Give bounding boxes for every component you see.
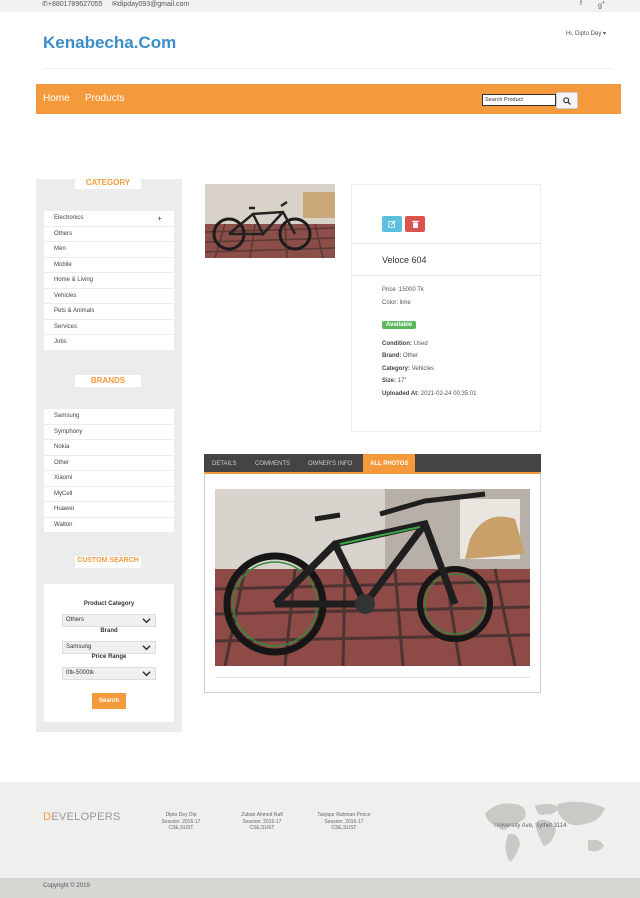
custom-search-button[interactable]: Search xyxy=(92,693,126,709)
product-category-label: Product Category xyxy=(83,601,135,607)
caret-down-icon: ▾ xyxy=(603,31,607,37)
tab-all-photos[interactable]: ALL PHOTOS xyxy=(363,454,416,474)
category-heading: CATEGORY xyxy=(75,177,141,189)
category-item[interactable]: Men xyxy=(44,242,174,258)
category-item[interactable]: Home & Living xyxy=(44,273,174,289)
search-input[interactable] xyxy=(482,94,556,106)
product-category: Category: Vehicles xyxy=(382,366,435,372)
user-menu[interactable]: Hi, Dipto Dey ▾ xyxy=(566,30,606,37)
site-logo[interactable]: Kenabecha.Com xyxy=(43,33,176,53)
tab-comments[interactable]: COMMENTS xyxy=(248,454,297,474)
delete-button[interactable] xyxy=(405,216,425,232)
brand-item[interactable]: Huawei xyxy=(44,502,174,518)
search-button[interactable] xyxy=(556,92,578,109)
category-select[interactable]: Others xyxy=(62,614,156,627)
brands-heading: BRANDS xyxy=(75,375,141,387)
tab-owners-info[interactable]: OWNER'S INFO xyxy=(301,454,359,474)
brand-item[interactable]: MyCell xyxy=(44,486,174,502)
edit-icon xyxy=(388,220,396,228)
price-range-select[interactable]: 0tk-5000tk xyxy=(62,667,156,680)
product-thumbnail[interactable] xyxy=(205,184,335,258)
product-tabs: DETAILS COMMENTS OWNER'S INFO ALL PHOTOS xyxy=(204,454,541,474)
edit-button[interactable] xyxy=(382,216,402,232)
card-divider xyxy=(352,243,540,244)
chevron-down-icon xyxy=(142,669,151,683)
brand-item[interactable]: Samsung xyxy=(44,409,174,425)
category-item[interactable]: Others xyxy=(44,226,174,242)
product-condition: Condition: Used xyxy=(382,341,428,347)
category-item[interactable]: Pets & Animals xyxy=(44,304,174,320)
product-uploaded-at: Uploaded At: 2021-02-24 00:35:01 xyxy=(382,391,477,397)
brand-item[interactable]: Other xyxy=(44,455,174,471)
product-photo[interactable] xyxy=(215,489,530,666)
user-greeting: Hi, Dipto Dey xyxy=(566,31,602,37)
footer-address: University Ave, Sylhet 3114 xyxy=(494,823,567,829)
copyright-text: Copyright © 2019 xyxy=(43,883,90,889)
category-item[interactable]: Jobs xyxy=(44,335,174,351)
main-navbar: Home Products xyxy=(36,84,621,114)
brand-item[interactable]: Nokia xyxy=(44,440,174,456)
price-range-label: Price Range xyxy=(91,654,127,660)
product-price: Price :15000 Tk xyxy=(382,287,424,293)
copyright-bar xyxy=(0,878,640,898)
search-icon xyxy=(563,96,571,105)
product-brand: Brand: Other xyxy=(382,353,419,359)
brand-label: Brand xyxy=(100,628,118,634)
card-divider xyxy=(352,275,540,276)
nav-home[interactable]: Home xyxy=(43,93,70,104)
custom-search-heading: CUSTOM SEARCH xyxy=(75,556,141,568)
email-contact: ✉dipday093@gmail.com xyxy=(112,0,640,12)
developer-card: Tanjiqur Rahman Prince Session: 2016-17 CS… xyxy=(317,812,371,831)
brand-select[interactable]: Samsung xyxy=(62,641,156,654)
product-size: Size: 17" xyxy=(382,378,407,384)
brand-item[interactable]: Walton xyxy=(44,517,174,533)
developers-heading: DEVELOPERS xyxy=(43,811,121,823)
category-item[interactable]: Vehicles xyxy=(44,288,174,304)
availability-badge: Available xyxy=(382,321,417,329)
category-list: Electronics + Others Men Mobile Home & Li… xyxy=(44,211,174,351)
brand-list: Samsung Symphony Nokia Other Xiaomi MyCe… xyxy=(44,409,174,533)
sidebar: CATEGORY Electronics + Others Men Mobile … xyxy=(36,177,182,732)
panel-divider xyxy=(215,677,530,678)
nav-products[interactable]: Products xyxy=(85,93,124,104)
developer-card: Dipto Dey Dip Session: 2016-17 CSE,SUST xyxy=(161,812,201,831)
email-address: dipday093@gmail.com xyxy=(117,1,190,8)
plus-icon: + xyxy=(157,214,162,223)
google-plus-icon[interactable]: g+ xyxy=(598,0,640,12)
developer-card: Zubair Ahmed Rafi Session: 2016-17 CSE,SUS… xyxy=(241,812,283,831)
trash-icon xyxy=(411,220,419,228)
product-name: Veloce 604 xyxy=(382,255,427,265)
product-color: Color: lime xyxy=(382,300,411,306)
category-item-electronics[interactable]: Electronics + xyxy=(44,211,174,227)
tab-details[interactable]: DETAILS xyxy=(205,454,244,474)
category-item[interactable]: Mobile xyxy=(44,257,174,273)
custom-search-form: Product Category Others Brand Samsung Pr… xyxy=(44,584,174,722)
phone-number: +8801789627055 xyxy=(47,1,103,8)
category-item[interactable]: Services xyxy=(44,319,174,335)
header-divider xyxy=(43,68,613,69)
brand-item[interactable]: Symphony xyxy=(44,424,174,440)
brand-item[interactable]: Xiaomi xyxy=(44,471,174,487)
world-map-icon xyxy=(485,801,605,862)
product-info-card: Veloce 604 Price :15000 Tk Color: lime A… xyxy=(351,184,541,432)
